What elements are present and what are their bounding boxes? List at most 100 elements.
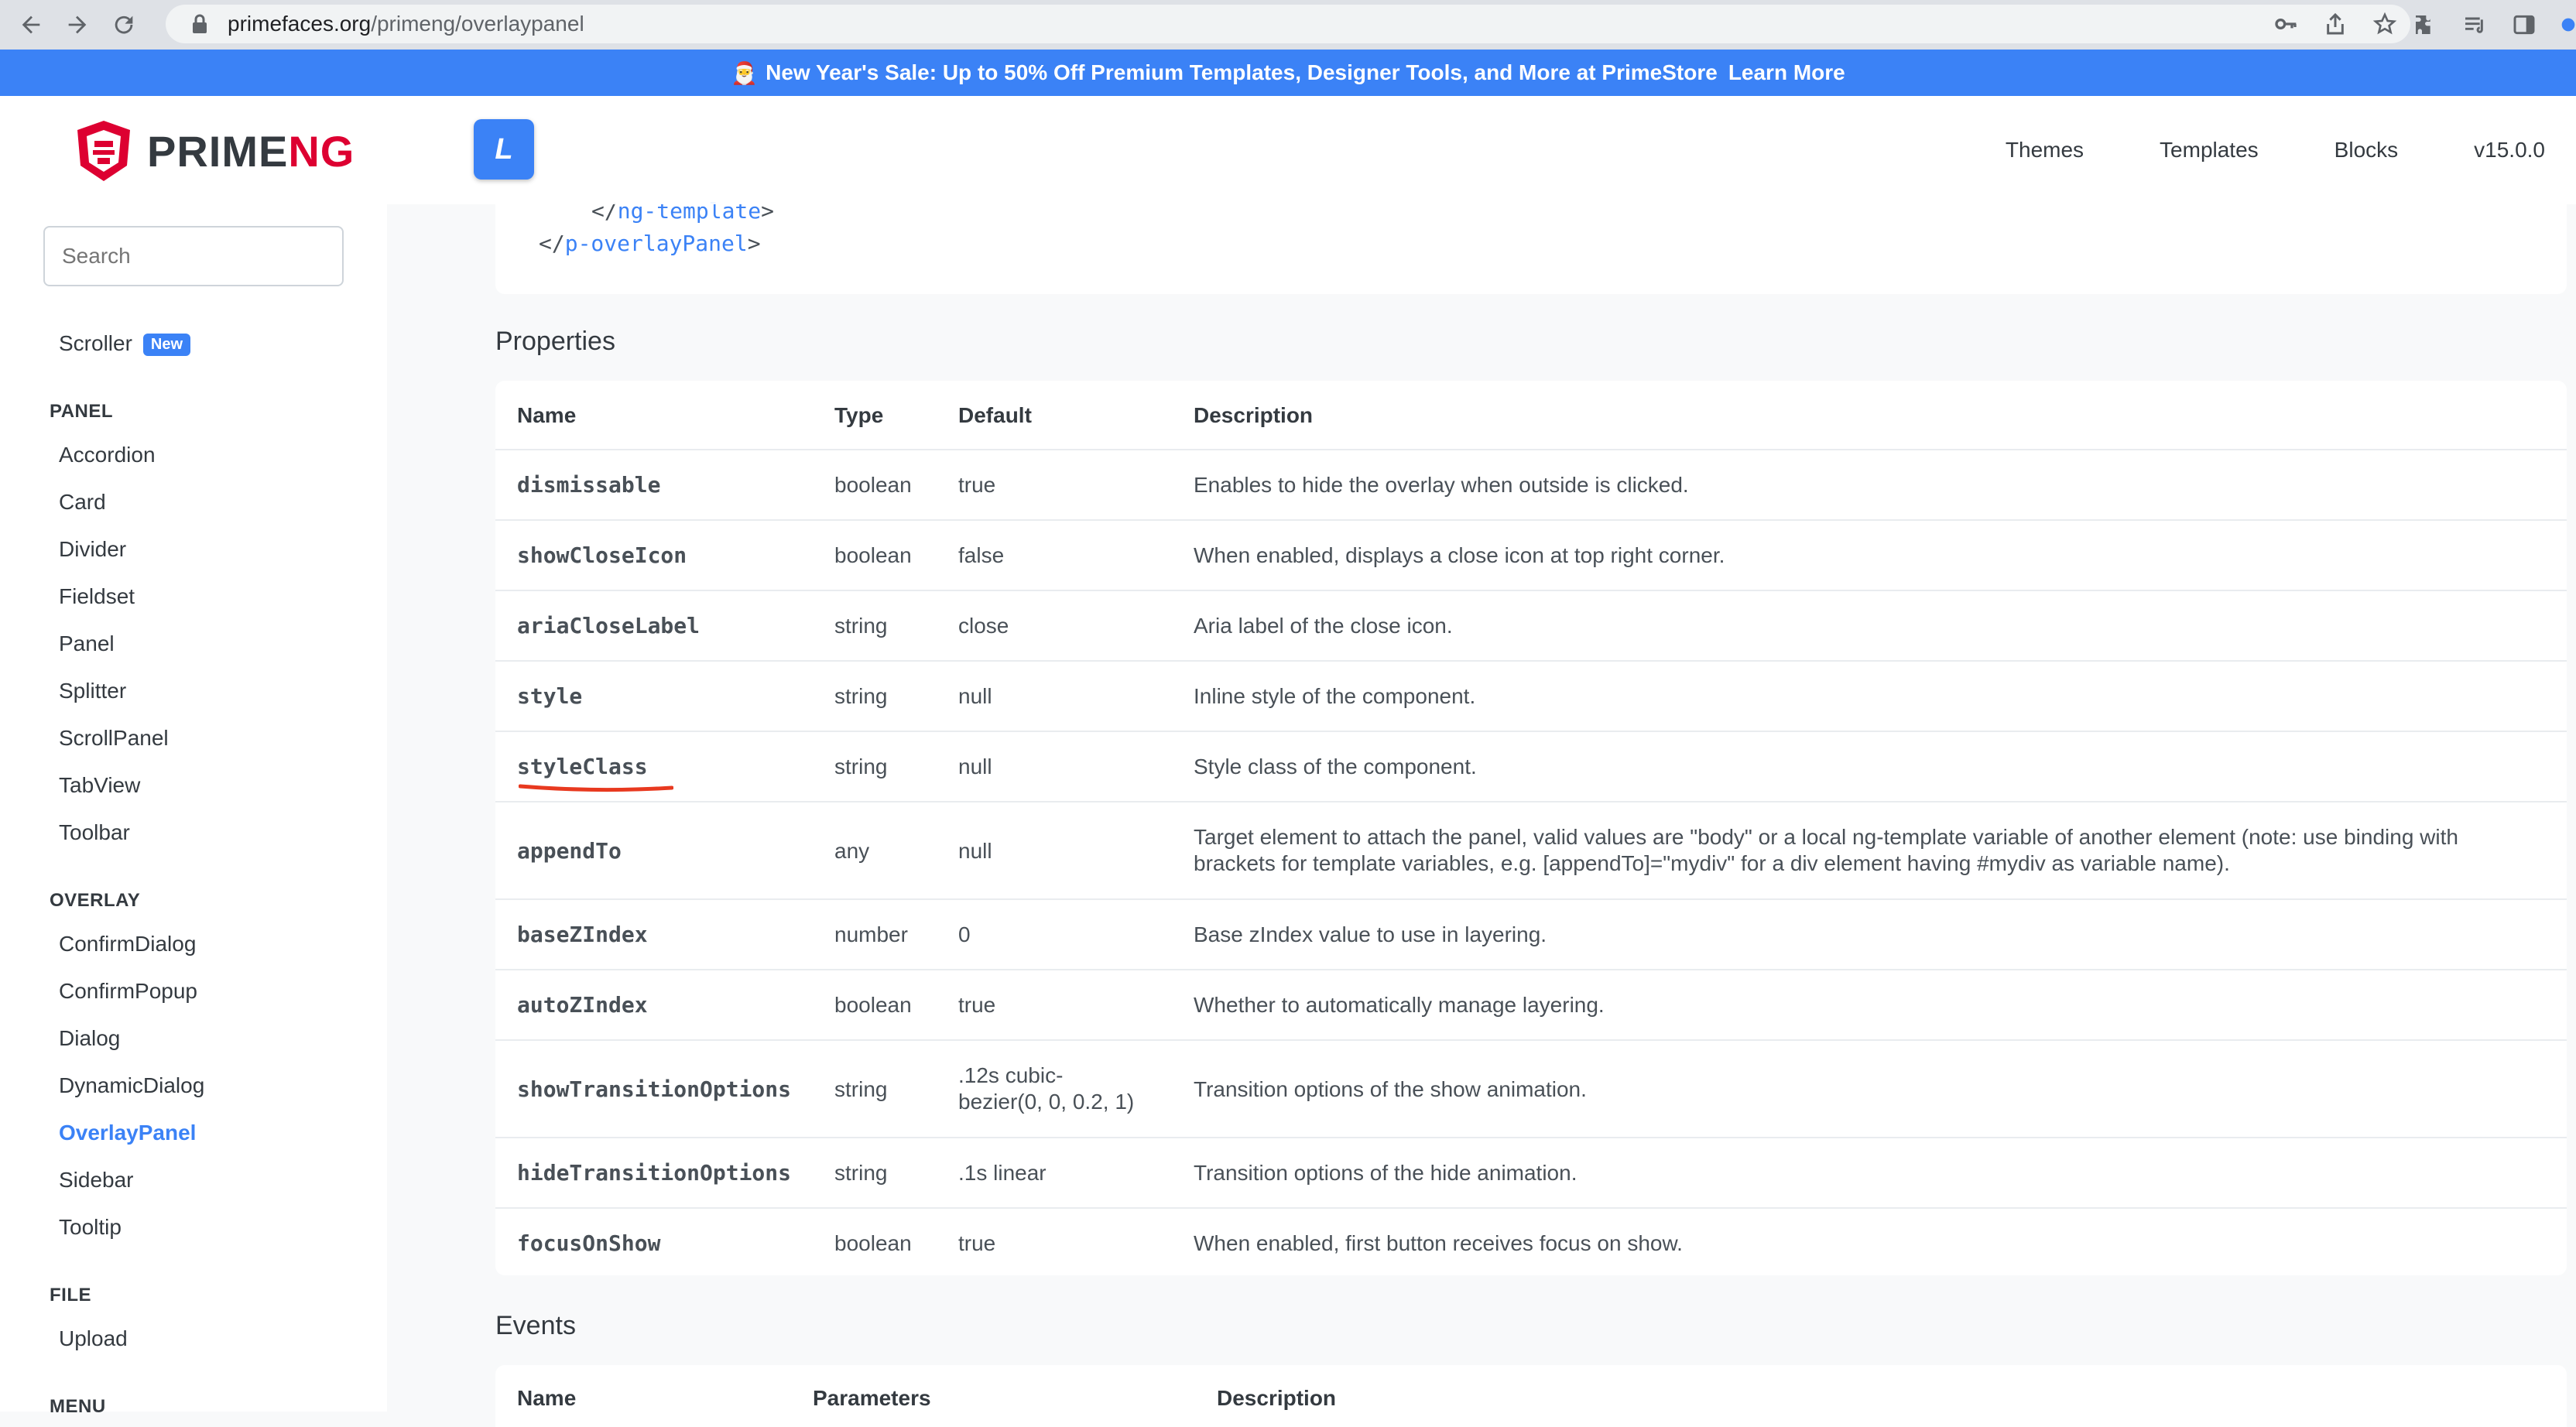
property-type: string [834, 684, 888, 708]
sidebar-item-fieldset[interactable]: Fieldset [59, 584, 135, 609]
property-name: styleClass [517, 754, 648, 779]
property-default: null [958, 755, 992, 779]
table-row: appendTo any null Target element to atta… [495, 802, 2567, 900]
section-title-overlay: OVERLAY [50, 890, 141, 911]
property-type: boolean [834, 473, 912, 497]
sidebar-item-confirmdialog[interactable]: ConfirmDialog [59, 932, 196, 956]
property-default: 0 [958, 922, 971, 946]
browser-toolbar: primefaces.org/primeng/overlaypanel [0, 0, 2576, 50]
search-input[interactable] [43, 226, 344, 286]
sidebar-item-scrollpanel[interactable]: ScrollPanel [59, 726, 169, 751]
menu-themes[interactable]: Themes [2006, 138, 2084, 163]
sidebar-item-sidebar[interactable]: Sidebar [59, 1168, 134, 1193]
sidebar-item-card[interactable]: Card [59, 490, 106, 515]
menu-templates[interactable]: Templates [2160, 138, 2259, 163]
property-default: .1s linear [958, 1161, 1046, 1185]
learn-more-link[interactable]: Learn More [1728, 60, 1845, 85]
property-default: true [958, 993, 996, 1017]
section-title-menu: MENU [50, 1396, 106, 1417]
sidebar-item-dialog[interactable]: Dialog [59, 1026, 120, 1051]
sidebar-item-confirmpopup[interactable]: ConfirmPopup [59, 979, 197, 1004]
side-panel-icon[interactable] [2511, 12, 2537, 38]
sidebar-item-tabview[interactable]: TabView [59, 773, 140, 798]
star-icon[interactable] [2372, 11, 2398, 37]
events-col-header-name: Name [517, 1386, 577, 1410]
new-badge: New [142, 334, 191, 356]
table-row: showTransitionOptions string .12s cubic-… [495, 1041, 2567, 1138]
promo-text: New Year's Sale: Up to 50% Off Premium T… [766, 60, 1718, 84]
sidebar-item-toolbar[interactable]: Toolbar [59, 820, 130, 845]
table-row: style string null Inline style of the co… [495, 662, 2567, 732]
events-col-header-description: Description [1217, 1386, 1337, 1410]
top-menu: Themes Templates Blocks v15.0.0 [2006, 96, 2545, 204]
table-row: baseZIndex number 0 Base zIndex value to… [495, 900, 2567, 970]
sidebar-item-scroller[interactable]: Scroller New [59, 331, 191, 356]
property-description: Whether to automatically manage layering… [1194, 993, 1605, 1017]
property-default: true [958, 473, 996, 497]
forward-icon[interactable] [62, 9, 93, 40]
sidebar-item-upload[interactable]: Upload [59, 1326, 128, 1351]
property-name: hideTransitionOptions [517, 1160, 792, 1186]
sidebar: PRIMENG ScrollerNew PANEL Accordion Card… [0, 96, 387, 1417]
extensions-icon[interactable] [2412, 12, 2438, 38]
property-type: any [834, 839, 870, 863]
property-default: null [958, 839, 992, 863]
property-default-line2: bezier(0, 0, 0.2, 1) [958, 1090, 1135, 1114]
property-description: Transition options of the hide animation… [1194, 1161, 1577, 1185]
table-row: focusOnShow boolean true When enabled, f… [495, 1209, 2567, 1275]
red-underline-annotation [519, 784, 673, 792]
url-path: /primeng/overlaypanel [371, 12, 584, 36]
layout-switch-button[interactable]: L [474, 119, 534, 180]
col-header-name: Name [517, 403, 577, 427]
properties-table: Name Type Default Description dismissabl… [495, 381, 2567, 1275]
property-default: true [958, 1231, 996, 1255]
property-description: Aria label of the close icon. [1194, 614, 1453, 638]
sidebar-item-overlaypanel[interactable]: OverlayPanel [59, 1121, 196, 1145]
sidebar-item-tooltip[interactable]: Tooltip [59, 1215, 122, 1240]
property-name: showCloseIcon [517, 542, 687, 568]
property-description: Enables to hide the overlay when outside… [1194, 473, 1689, 497]
reading-list-icon[interactable] [2461, 12, 2488, 38]
property-default: .12s cubic- [958, 1063, 1064, 1087]
promo-banner: 🎅 New Year's Sale: Up to 50% Off Premium… [0, 50, 2576, 96]
section-title-panel: PANEL [50, 401, 114, 422]
property-description: Style class of the component. [1194, 755, 1477, 779]
property-description: When enabled, first button receives focu… [1194, 1231, 1683, 1255]
share-icon[interactable] [2322, 11, 2348, 37]
property-name: focusOnShow [517, 1230, 661, 1256]
sidebar-item-divider[interactable]: Divider [59, 537, 126, 562]
properties-title: Properties [495, 327, 615, 356]
sidebar-item-accordion[interactable]: Accordion [59, 443, 156, 467]
profile-icon[interactable] [2561, 12, 2576, 38]
back-icon[interactable] [15, 9, 46, 40]
col-header-description: Description [1194, 403, 1314, 427]
menu-blocks[interactable]: Blocks [2334, 138, 2398, 163]
col-header-type: Type [834, 403, 884, 427]
property-type: string [834, 755, 888, 779]
table-row: hideTransitionOptions string .1s linear … [495, 1138, 2567, 1209]
primeng-logo[interactable]: PRIMENG [74, 119, 355, 183]
table-row: autoZIndex boolean true Whether to autom… [495, 970, 2567, 1041]
property-name: dismissable [517, 472, 661, 498]
version-dropdown[interactable]: v15.0.0 [2474, 138, 2545, 163]
property-type: number [834, 922, 908, 946]
lock-icon [193, 14, 207, 33]
property-description: Target element to attach the panel, vali… [1194, 825, 2458, 849]
property-type: boolean [834, 1231, 912, 1255]
table-header-row: Name Type Default Description [495, 381, 2567, 450]
reload-icon[interactable] [108, 9, 139, 40]
property-description: Inline style of the component. [1194, 684, 1476, 708]
property-name: autoZIndex [517, 992, 648, 1018]
key-icon[interactable] [2273, 11, 2299, 37]
sidebar-item-panel[interactable]: Panel [59, 631, 115, 656]
sidebar-item-splitter[interactable]: Splitter [59, 679, 126, 703]
sidebar-item-dynamicdialog[interactable]: DynamicDialog [59, 1073, 204, 1098]
property-type: string [834, 614, 888, 638]
code-line-p-overlaypanel: </p-overlayPanel> [539, 231, 761, 256]
table-row: dismissable boolean true Enables to hide… [495, 450, 2567, 521]
property-name: appendTo [517, 838, 622, 864]
address-bar[interactable]: primefaces.org/primeng/overlaypanel [166, 5, 2410, 43]
primeng-shield-icon [77, 121, 130, 181]
property-name: style [517, 683, 583, 709]
events-title: Events [495, 1311, 576, 1340]
